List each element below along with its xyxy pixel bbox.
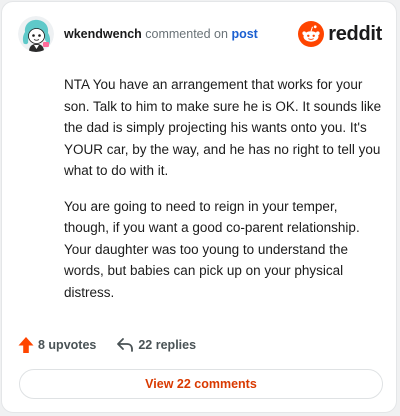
replies-button[interactable]: 22 replies [116, 337, 196, 353]
upvote-count: 8 upvotes [38, 338, 97, 352]
snoo-avatar-icon[interactable] [18, 16, 54, 52]
reddit-snoo-icon [298, 21, 325, 47]
view-comments-button[interactable]: View 22 comments [19, 369, 383, 399]
comment-paragraph: NTA You have an arrangement that works f… [64, 77, 382, 178]
reddit-logo[interactable]: reddit [298, 21, 382, 47]
comment-header: wkendwench commented on post reddit [18, 16, 382, 52]
reply-count: 22 replies [138, 338, 197, 352]
comment-actions: 8 upvotes 22 replies [18, 335, 196, 355]
upvote-arrow-icon [18, 337, 34, 353]
byline: wkendwench commented on post [64, 27, 258, 41]
comment-card: wkendwench commented on post reddit NTA … [1, 1, 397, 413]
reddit-wordmark: reddit [328, 22, 382, 45]
username[interactable]: wkendwench [64, 27, 142, 41]
upvote-button[interactable]: 8 upvotes [18, 336, 96, 354]
post-link[interactable]: post [231, 27, 257, 41]
comment-body: NTA You have an arrangement that works f… [64, 74, 382, 317]
comment-paragraph: You are going to need to reign in your t… [64, 198, 360, 300]
action-text: commented on [145, 27, 228, 41]
reply-arrow-icon [117, 338, 134, 352]
